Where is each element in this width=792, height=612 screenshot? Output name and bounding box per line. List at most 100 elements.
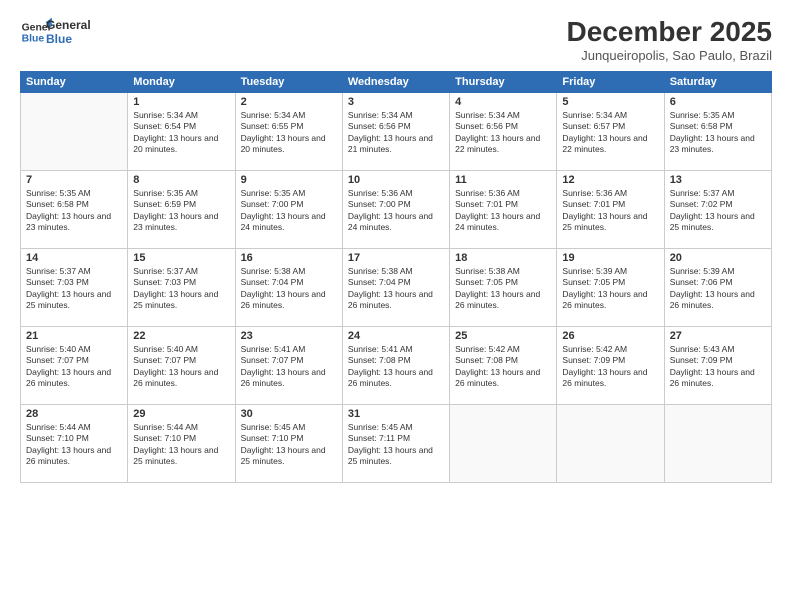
cell-info: Sunrise: 5:41 AMSunset: 7:08 PMDaylight:… <box>348 344 444 390</box>
cell-info: Sunrise: 5:40 AMSunset: 7:07 PMDaylight:… <box>133 344 229 390</box>
day-cell: 26 Sunrise: 5:42 AMSunset: 7:09 PMDayligh… <box>557 327 664 405</box>
day-cell: 9 Sunrise: 5:35 AMSunset: 7:00 PMDaylight… <box>235 171 342 249</box>
day-cell: 28Sunrise: 5:44 AMSunset: 7:10 PMDayligh… <box>21 405 128 483</box>
day-number: 30 <box>241 408 337 420</box>
day-number: 5 <box>562 96 658 108</box>
day-number: 25 <box>455 330 551 342</box>
cell-info: Sunrise: 5:34 AMSunset: 6:54 PMDaylight:… <box>133 110 229 156</box>
day-cell: 29 Sunrise: 5:44 AMSunset: 7:10 PMDayligh… <box>128 405 235 483</box>
cell-info: Sunrise: 5:45 AMSunset: 7:11 PMDaylight:… <box>348 422 444 468</box>
day-number: 22 <box>133 330 229 342</box>
day-cell: 1 Sunrise: 5:34 AMSunset: 6:54 PMDaylight… <box>128 93 235 171</box>
day-number: 8 <box>133 174 229 186</box>
col-header-friday: Friday <box>557 72 664 93</box>
cell-info: Sunrise: 5:34 AMSunset: 6:56 PMDaylight:… <box>348 110 444 156</box>
day-cell: 16 Sunrise: 5:38 AMSunset: 7:04 PMDayligh… <box>235 249 342 327</box>
day-number: 29 <box>133 408 229 420</box>
location: Junqueiropolis, Sao Paulo, Brazil <box>567 48 772 63</box>
calendar-table: SundayMondayTuesdayWednesdayThursdayFrid… <box>20 71 772 483</box>
week-row-0: 1 Sunrise: 5:34 AMSunset: 6:54 PMDaylight… <box>21 93 772 171</box>
day-cell: 15 Sunrise: 5:37 AMSunset: 7:03 PMDayligh… <box>128 249 235 327</box>
cell-info: Sunrise: 5:37 AMSunset: 7:02 PMDaylight:… <box>670 188 766 234</box>
cell-info: Sunrise: 5:35 AMSunset: 7:00 PMDaylight:… <box>241 188 337 234</box>
day-cell: 10Sunrise: 5:36 AMSunset: 7:00 PMDayligh… <box>342 171 449 249</box>
day-number: 2 <box>241 96 337 108</box>
day-cell: 17Sunrise: 5:38 AMSunset: 7:04 PMDayligh… <box>342 249 449 327</box>
cell-info: Sunrise: 5:36 AMSunset: 7:01 PMDaylight:… <box>562 188 658 234</box>
day-cell: 11 Sunrise: 5:36 AMSunset: 7:01 PMDayligh… <box>450 171 557 249</box>
day-number: 13 <box>670 174 766 186</box>
logo-blue: Blue <box>46 32 91 46</box>
col-header-sunday: Sunday <box>21 72 128 93</box>
col-header-tuesday: Tuesday <box>235 72 342 93</box>
title-block: December 2025 Junqueiropolis, Sao Paulo,… <box>567 16 772 63</box>
day-number: 11 <box>455 174 551 186</box>
col-header-saturday: Saturday <box>664 72 771 93</box>
cell-info: Sunrise: 5:35 AMSunset: 6:58 PMDaylight:… <box>670 110 766 156</box>
day-cell: 14 Sunrise: 5:37 AMSunset: 7:03 PMDayligh… <box>21 249 128 327</box>
cell-info: Sunrise: 5:40 AMSunset: 7:07 PMDaylight:… <box>26 344 122 390</box>
cell-info: Sunrise: 5:34 AMSunset: 6:56 PMDaylight:… <box>455 110 551 156</box>
day-number: 12 <box>562 174 658 186</box>
cell-info: Sunrise: 5:35 AMSunset: 6:59 PMDaylight:… <box>133 188 229 234</box>
day-cell <box>664 405 771 483</box>
day-cell: 7Sunrise: 5:35 AMSunset: 6:58 PMDaylight… <box>21 171 128 249</box>
cell-info: Sunrise: 5:37 AMSunset: 7:03 PMDaylight:… <box>133 266 229 312</box>
page: General Blue General Blue December 2025 … <box>0 0 792 612</box>
day-cell: 12 Sunrise: 5:36 AMSunset: 7:01 PMDayligh… <box>557 171 664 249</box>
cell-info: Sunrise: 5:44 AMSunset: 7:10 PMDaylight:… <box>133 422 229 468</box>
day-cell <box>450 405 557 483</box>
col-header-monday: Monday <box>128 72 235 93</box>
day-cell: 5 Sunrise: 5:34 AMSunset: 6:57 PMDaylight… <box>557 93 664 171</box>
day-cell <box>557 405 664 483</box>
cell-info: Sunrise: 5:35 AMSunset: 6:58 PMDaylight:… <box>26 188 122 234</box>
day-number: 24 <box>348 330 444 342</box>
week-row-2: 14 Sunrise: 5:37 AMSunset: 7:03 PMDayligh… <box>21 249 772 327</box>
day-cell: 25 Sunrise: 5:42 AMSunset: 7:08 PMDayligh… <box>450 327 557 405</box>
day-number: 14 <box>26 252 122 264</box>
cell-info: Sunrise: 5:36 AMSunset: 7:01 PMDaylight:… <box>455 188 551 234</box>
cell-info: Sunrise: 5:37 AMSunset: 7:03 PMDaylight:… <box>26 266 122 312</box>
day-number: 26 <box>562 330 658 342</box>
day-cell: 4 Sunrise: 5:34 AMSunset: 6:56 PMDaylight… <box>450 93 557 171</box>
cell-info: Sunrise: 5:42 AMSunset: 7:09 PMDaylight:… <box>562 344 658 390</box>
cell-info: Sunrise: 5:44 AMSunset: 7:10 PMDaylight:… <box>26 422 122 468</box>
day-cell: 23 Sunrise: 5:41 AMSunset: 7:07 PMDayligh… <box>235 327 342 405</box>
cell-info: Sunrise: 5:42 AMSunset: 7:08 PMDaylight:… <box>455 344 551 390</box>
day-number: 4 <box>455 96 551 108</box>
day-cell: 31Sunrise: 5:45 AMSunset: 7:11 PMDayligh… <box>342 405 449 483</box>
cell-info: Sunrise: 5:39 AMSunset: 7:05 PMDaylight:… <box>562 266 658 312</box>
cell-info: Sunrise: 5:45 AMSunset: 7:10 PMDaylight:… <box>241 422 337 468</box>
cell-info: Sunrise: 5:34 AMSunset: 6:57 PMDaylight:… <box>562 110 658 156</box>
header-row: SundayMondayTuesdayWednesdayThursdayFrid… <box>21 72 772 93</box>
day-number: 1 <box>133 96 229 108</box>
header: General Blue General Blue December 2025 … <box>20 16 772 63</box>
col-header-thursday: Thursday <box>450 72 557 93</box>
cell-info: Sunrise: 5:43 AMSunset: 7:09 PMDaylight:… <box>670 344 766 390</box>
cell-info: Sunrise: 5:38 AMSunset: 7:04 PMDaylight:… <box>241 266 337 312</box>
day-cell: 3 Sunrise: 5:34 AMSunset: 6:56 PMDaylight… <box>342 93 449 171</box>
day-number: 21 <box>26 330 122 342</box>
week-row-1: 7Sunrise: 5:35 AMSunset: 6:58 PMDaylight… <box>21 171 772 249</box>
day-number: 15 <box>133 252 229 264</box>
cell-info: Sunrise: 5:39 AMSunset: 7:06 PMDaylight:… <box>670 266 766 312</box>
cell-info: Sunrise: 5:41 AMSunset: 7:07 PMDaylight:… <box>241 344 337 390</box>
logo-general: General <box>46 18 91 32</box>
day-cell: 19Sunrise: 5:39 AMSunset: 7:05 PMDayligh… <box>557 249 664 327</box>
day-number: 6 <box>670 96 766 108</box>
day-cell: 20Sunrise: 5:39 AMSunset: 7:06 PMDayligh… <box>664 249 771 327</box>
cell-info: Sunrise: 5:38 AMSunset: 7:05 PMDaylight:… <box>455 266 551 312</box>
day-cell: 30 Sunrise: 5:45 AMSunset: 7:10 PMDayligh… <box>235 405 342 483</box>
day-number: 10 <box>348 174 444 186</box>
day-number: 9 <box>241 174 337 186</box>
cell-info: Sunrise: 5:34 AMSunset: 6:55 PMDaylight:… <box>241 110 337 156</box>
day-cell: 2 Sunrise: 5:34 AMSunset: 6:55 PMDaylight… <box>235 93 342 171</box>
day-number: 27 <box>670 330 766 342</box>
day-number: 16 <box>241 252 337 264</box>
day-cell: 22 Sunrise: 5:40 AMSunset: 7:07 PMDayligh… <box>128 327 235 405</box>
svg-text:Blue: Blue <box>22 34 45 45</box>
day-cell: 6 Sunrise: 5:35 AMSunset: 6:58 PMDaylight… <box>664 93 771 171</box>
day-number: 3 <box>348 96 444 108</box>
day-number: 18 <box>455 252 551 264</box>
day-number: 23 <box>241 330 337 342</box>
